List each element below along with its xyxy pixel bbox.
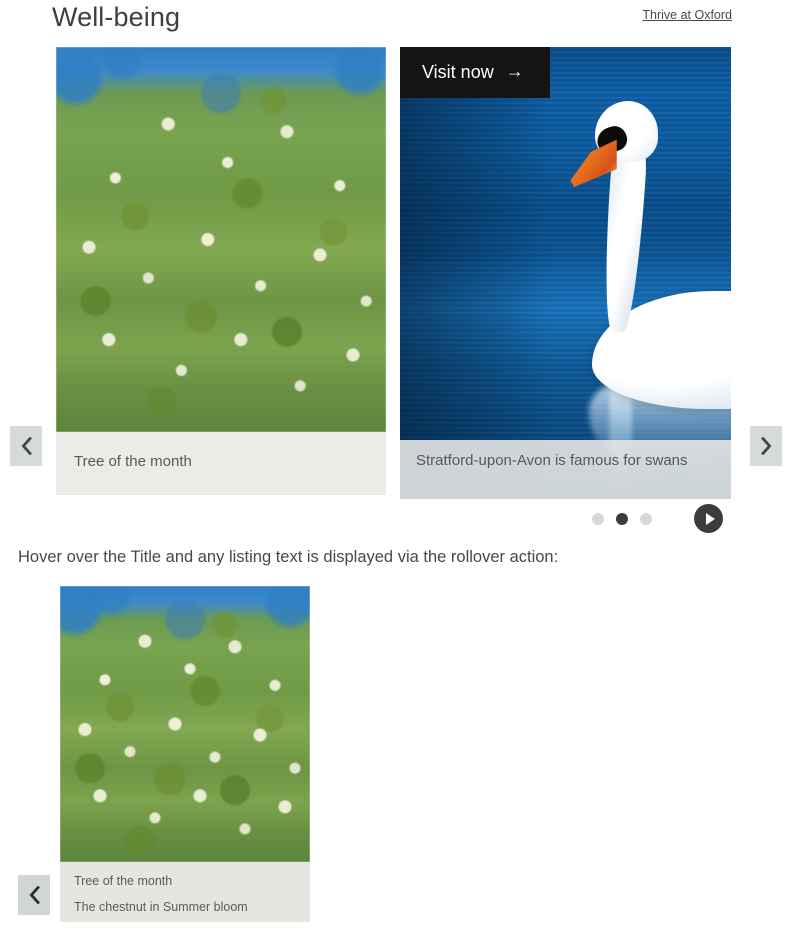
tree-image-art [56,47,386,432]
carousel-dot-1[interactable] [592,512,604,525]
rollover-card-subtitle: The chestnut in Summer bloom [74,900,248,914]
arrow-right-icon: → [505,61,524,81]
tree-image-art [60,586,310,862]
carousel-dots [592,512,652,525]
carousel-controls [592,504,723,533]
carousel-prev-button[interactable] [10,426,42,466]
carousel-play-button[interactable] [694,504,723,533]
chevron-left-icon [29,886,40,904]
rollover-card-caption: Tree of the month The chestnut in Summer… [60,862,310,922]
thrive-at-oxford-link[interactable]: Thrive at Oxford [642,7,732,23]
rollover-instruction-text: Hover over the Title and any listing tex… [18,548,559,566]
rollover-prev-button[interactable] [18,875,50,915]
slide-caption-title: Tree of the month [74,453,192,470]
page-title: Well-being [52,2,181,32]
rollover-card-image [60,586,310,862]
water-shadow [400,47,553,499]
visit-now-label: Visit now [422,62,494,82]
carousel: Tree of the month Visit now → Stratford-… [0,42,800,542]
swan-image-art [400,47,731,499]
carousel-dot-2[interactable] [616,512,628,525]
slide-image-swan: Visit now → [400,47,731,499]
slide-caption-tree: Tree of the month [56,432,386,495]
visit-now-button[interactable]: Visit now → [400,47,550,98]
slide-caption-swan: Stratford-upon-Avon is famous for swans [400,440,731,499]
chevron-left-icon [21,437,32,455]
carousel-slide-swan[interactable]: Visit now → Stratford-upon-Avon is famou… [400,47,731,499]
carousel-next-button[interactable] [750,426,782,466]
carousel-slide-tree[interactable]: Tree of the month [56,47,386,495]
page-header: Well-being Thrive at Oxford [0,0,800,42]
slide-caption-title: Stratford-upon-Avon is famous for swans [416,452,688,469]
rollover-card-title: Tree of the month [74,874,173,888]
chevron-right-icon [760,437,771,455]
carousel-dot-3[interactable] [640,512,652,525]
rollover-card[interactable]: Tree of the month The chestnut in Summer… [60,586,310,922]
rollover-demo-section: Tree of the month The chestnut in Summer… [0,580,800,940]
play-icon [705,512,715,525]
slide-image-tree [56,47,386,432]
